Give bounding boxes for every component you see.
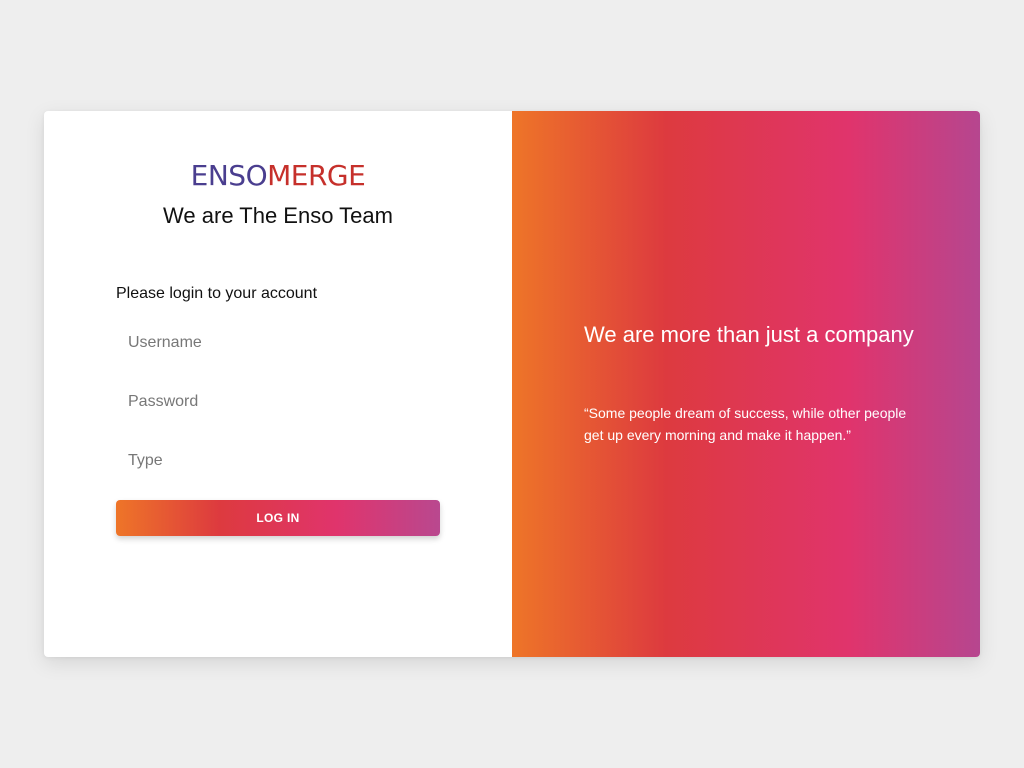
password-input[interactable] bbox=[116, 380, 440, 424]
login-panel: ENSOMERGE We are The Enso Team Please lo… bbox=[44, 111, 512, 657]
login-form-heading: Please login to your account bbox=[116, 285, 318, 302]
username-field-container bbox=[116, 321, 440, 365]
username-input[interactable] bbox=[116, 321, 440, 365]
login-form: Please login to your account LOG IN bbox=[116, 285, 440, 536]
enso-merge-logo: ENSOMERGE bbox=[44, 159, 512, 192]
logo-text-merge: MERGE bbox=[267, 159, 366, 192]
type-input[interactable] bbox=[116, 439, 440, 483]
login-button[interactable]: LOG IN bbox=[116, 500, 440, 536]
promo-panel: We are more than just a company “Some pe… bbox=[512, 111, 980, 657]
logo-text-enso: ENSO bbox=[190, 159, 268, 192]
type-field-container bbox=[116, 439, 440, 483]
page-title: We are The Enso Team bbox=[163, 203, 393, 228]
promo-quote: “Some people dream of success, while oth… bbox=[584, 405, 907, 443]
password-field-container bbox=[116, 380, 440, 424]
login-card: ENSOMERGE We are The Enso Team Please lo… bbox=[44, 111, 980, 657]
promo-tagline: We are more than just a company bbox=[584, 322, 914, 347]
